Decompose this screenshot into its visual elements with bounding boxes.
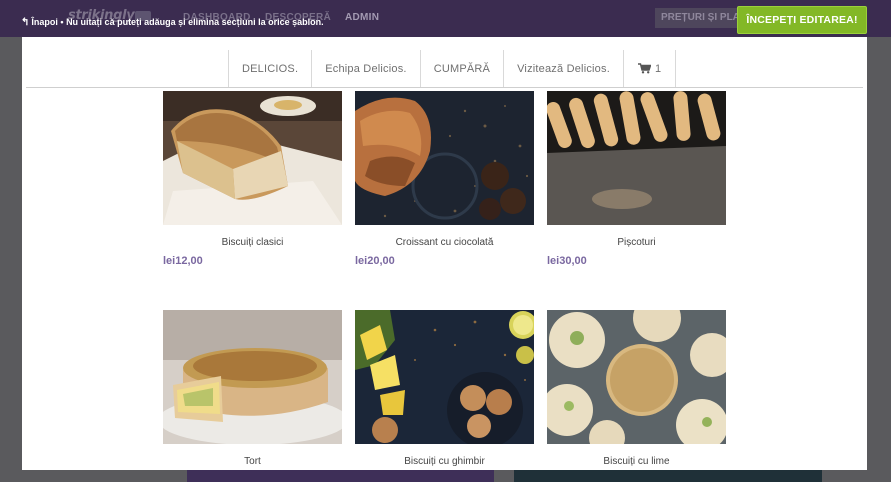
back-arrow-icon: ↰ (21, 17, 30, 28)
nav-admin[interactable]: ADMIN (345, 12, 379, 23)
product-card[interactable]: Pișcoturi lei30,00 (547, 91, 726, 267)
product-card[interactable]: Biscuiți cu ghimbir (355, 310, 534, 467)
product-image-tart[interactable] (163, 310, 342, 444)
site-nav-list: DELICIOS. Echipa Delicios. CUMPĂRĂ Vizit… (228, 50, 677, 87)
product-name: Croissant cu ciocolată (395, 237, 494, 248)
template-preview: DELICIOS. Echipa Delicios. CUMPĂRĂ Vizit… (22, 37, 867, 470)
back-notice: ↰ Înapoi • Nu uitați că puteți adăuga și … (21, 17, 324, 28)
editor-topbar: strikingly DASHBOARD DESCOPERĂ ADMIN PRE… (0, 0, 891, 37)
site-navbar: DELICIOS. Echipa Delicios. CUMPĂRĂ Vizit… (26, 50, 863, 88)
product-image-gingerbread[interactable] (355, 310, 534, 444)
product-name: Biscuiți cu lime (603, 456, 670, 467)
product-name: Pișcoturi (617, 237, 656, 248)
product-card[interactable]: Croissant cu ciocolată lei20,00 (355, 91, 534, 267)
product-card[interactable]: Tort (163, 310, 342, 467)
product-price: lei30,00 (547, 255, 587, 267)
background-section-left (187, 470, 494, 482)
start-editing-button[interactable]: ÎNCEPEȚI EDITAREA! (737, 6, 867, 34)
product-name: Biscuiți clasici (221, 237, 284, 248)
product-card[interactable]: Biscuiți cu lime (547, 310, 726, 467)
product-image-lime-cookies[interactable] (547, 310, 726, 444)
product-name: Tort (244, 456, 261, 467)
background-section-right (514, 470, 822, 482)
template-notice: Nu uitați că puteți adăuga și elimina se… (66, 17, 324, 27)
product-image-bread[interactable] (163, 91, 342, 225)
back-link[interactable]: ↰ Înapoi (21, 17, 58, 28)
product-image-ladyfingers[interactable] (547, 91, 726, 225)
site-nav-delicios[interactable]: DELICIOS. (229, 50, 313, 87)
site-nav-team[interactable]: Echipa Delicios. (312, 50, 421, 87)
cart-icon (637, 63, 651, 74)
cart-button[interactable]: 1 (624, 50, 677, 87)
product-price: lei12,00 (163, 255, 203, 267)
product-card[interactable]: Biscuiți clasici lei12,00 (163, 91, 342, 267)
site-nav-visit[interactable]: Vizitează Delicios. (504, 50, 624, 87)
site-nav-shop[interactable]: CUMPĂRĂ (421, 50, 505, 87)
cart-count: 1 (654, 62, 662, 75)
product-image-croissant[interactable] (355, 91, 534, 225)
product-name: Biscuiți cu ghimbir (404, 456, 485, 467)
product-price: lei20,00 (355, 255, 395, 267)
pricing-link[interactable]: PREȚURI ȘI PLANURI (655, 8, 741, 28)
